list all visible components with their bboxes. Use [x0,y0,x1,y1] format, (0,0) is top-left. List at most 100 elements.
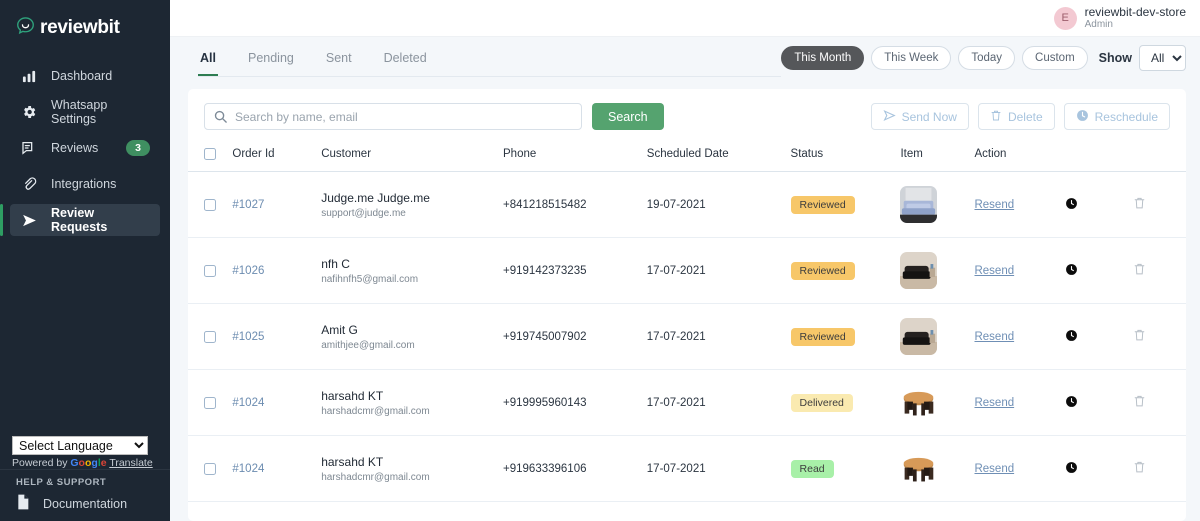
trash-icon[interactable] [1133,461,1146,477]
resend-link[interactable]: Resend [974,397,1014,409]
trash-icon[interactable] [1133,395,1146,411]
sidebar-item-whatsapp-settings[interactable]: Whatsapp Settings [10,96,160,128]
product-thumbnail[interactable] [900,252,938,289]
cell-action: Resend [974,237,1066,304]
documentation-label: Documentation [43,496,128,511]
row-checkbox[interactable] [204,462,216,475]
cell-scheduled-date: 19-07-2021 [646,171,791,238]
tab-deleted[interactable]: Deleted [382,45,429,76]
sidebar-item-integrations[interactable]: Integrations [10,168,160,200]
resend-link[interactable]: Resend [974,265,1014,277]
clock-icon[interactable] [1065,329,1078,345]
tab-all[interactable]: All [198,45,218,76]
cell-customer: harsahd KT harshadcmr@gmail.com [321,435,504,502]
range-today[interactable]: Today [958,46,1016,70]
range-custom[interactable]: Custom [1022,46,1088,70]
filter-bar: All Pending Sent Deleted This Month This… [170,37,1200,77]
sidebar-item-label: Whatsapp Settings [51,98,108,126]
column-status: Status [790,142,901,172]
trash-icon[interactable] [1133,329,1146,345]
table-body: #1027 Judge.me Judge.me support@judge.me +8… [188,171,1186,502]
user-menu[interactable]: E reviewbit-dev-store Admin [1053,5,1186,31]
table-row: #1025 Amit G amithjee@gmail.com +9197450079… [188,303,1186,370]
translate-link[interactable]: Translate [109,457,152,469]
clock-icon[interactable] [1065,461,1078,477]
range-this-month[interactable]: This Month [781,46,865,70]
sidebar-item-label: Dashboard [51,69,113,83]
sidebar-item-dashboard[interactable]: Dashboard [10,60,160,92]
row-checkbox[interactable] [204,264,216,277]
search-field-wrap [204,103,582,130]
app-logo[interactable]: reviewbit [0,0,170,44]
order-id-link[interactable]: #1026 [232,265,264,277]
cell-action: Resend [974,171,1066,238]
order-id-link[interactable]: #1025 [232,331,264,343]
product-thumbnail[interactable] [900,186,938,223]
product-thumbnail[interactable] [900,450,938,487]
status-badge: Reviewed [790,261,855,280]
cell-scheduled-date: 17-07-2021 [646,369,791,436]
clock-icon[interactable] [1065,197,1078,213]
row-checkbox[interactable] [204,396,216,409]
cell-scheduled-date: 17-07-2021 [646,303,791,370]
reschedule-button[interactable]: Reschedule [1063,103,1170,130]
cell-delete [1133,237,1186,304]
trash-icon[interactable] [1133,197,1146,213]
sidebar-item-documentation[interactable]: Documentation [0,488,170,513]
cell-action: Resend [974,303,1066,370]
order-id-link[interactable]: #1024 [232,397,264,409]
sidebar-item-reviews[interactable]: Reviews 3 [10,132,160,164]
product-thumbnail[interactable] [900,384,938,421]
customer-name: harsahd KT [321,454,384,469]
cell-scheduled-date: 17-07-2021 [646,435,791,502]
order-id-link[interactable]: #1027 [232,199,264,211]
show-select[interactable]: All [1139,45,1186,71]
cell-order-id: #1026 [232,237,322,304]
cell-scheduled-date: 17-07-2021 [646,237,791,304]
resend-link[interactable]: Resend [974,331,1014,343]
requests-card: Search Send Now Del [188,89,1186,521]
product-thumbnail[interactable] [900,318,938,355]
gear-icon [20,104,38,120]
table-head: Order Id Customer Phone Scheduled Date S… [188,142,1186,172]
customer-email: amithjee@gmail.com [321,339,415,351]
sidebar-item-label: Reviews [51,141,99,155]
clock-icon[interactable] [1065,395,1078,411]
tab-sent[interactable]: Sent [324,45,354,76]
search-input[interactable] [204,103,582,130]
range-this-week[interactable]: This Week [871,46,952,70]
show-label: Show [1098,51,1132,65]
table-row: #1027 Judge.me Judge.me support@judge.me +8… [188,171,1186,238]
send-now-button[interactable]: Send Now [870,103,969,130]
reschedule-label: Reschedule [1094,109,1158,124]
cell-order-id: #1027 [232,171,322,238]
resend-link[interactable]: Resend [974,199,1014,211]
cell-item [900,369,975,436]
row-checkbox[interactable] [204,330,216,343]
row-checkbox[interactable] [204,198,216,211]
tab-pending[interactable]: Pending [246,45,296,76]
google-translate-widget[interactable]: Select Language Powered by Google Transl… [0,436,170,469]
resend-link[interactable]: Resend [974,463,1014,475]
avatar: E [1053,6,1077,30]
language-select[interactable]: Select Language [12,436,148,455]
sidebar-item-review-requests[interactable]: Review Requests [0,204,160,236]
cell-phone: +841218515482 [503,171,647,238]
column-scheduled-date: Scheduled Date [646,142,791,172]
order-id-link[interactable]: #1024 [232,463,264,475]
trash-icon[interactable] [1133,263,1146,279]
status-badge: Read [790,459,834,478]
column-action: Action [974,142,1066,172]
reviews-badge: 3 [126,140,150,156]
select-all-checkbox[interactable] [204,148,216,160]
cell-action: Resend [974,369,1066,436]
clock-icon[interactable] [1065,263,1078,279]
row-select-cell [188,237,233,304]
cell-status: Reviewed [790,171,901,238]
search-button[interactable]: Search [592,103,664,130]
delete-button[interactable]: Delete [977,103,1055,130]
translate-attribution: Powered by Google Translate [12,457,158,469]
row-select-cell [188,435,233,502]
sidebar-item-label: Integrations [51,177,117,191]
cell-item [900,303,975,370]
